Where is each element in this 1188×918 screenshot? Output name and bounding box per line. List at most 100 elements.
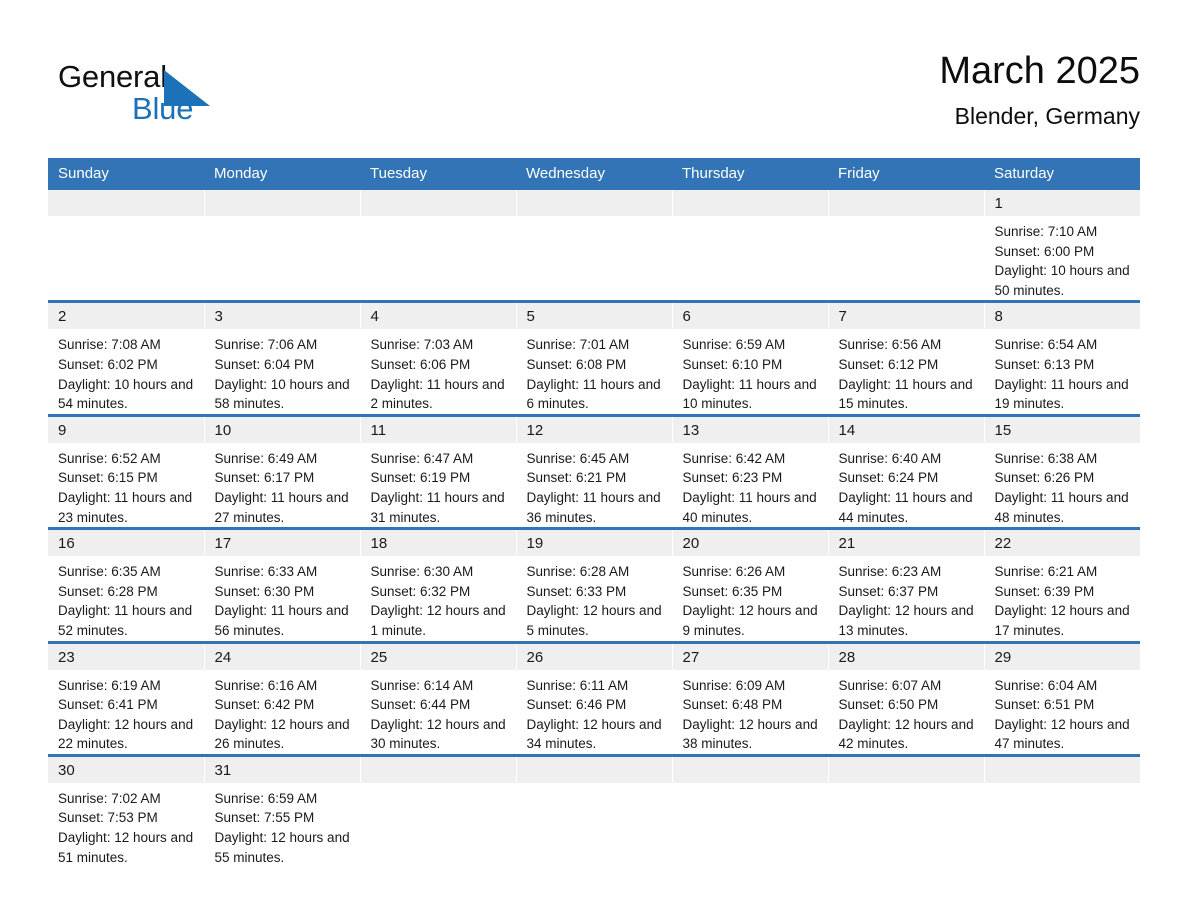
sunset-text: Sunset: 6:28 PM	[58, 583, 158, 599]
day-number: 29	[984, 643, 1140, 670]
calendar-day-cell[interactable]: 1 Sunrise: 7:10 AM Sunset: 6:00 PM Daylight…	[983, 190, 1140, 302]
sunrise-text: Sunrise: 6:59 AM	[214, 790, 318, 806]
day-number: 30	[48, 756, 204, 783]
calendar-day-cell[interactable]: 15 Sunrise: 6:38 AM Sunset: 6:26 PM Dayligh…	[983, 413, 1140, 529]
sunrise-text: Sunrise: 6:45 AM	[526, 450, 630, 466]
calendar-day-cell[interactable]: 17 Sunrise: 6:33 AM Sunset: 6:30 PM Dayligh…	[203, 527, 360, 642]
day-number: 28	[828, 643, 984, 670]
daylight-text: Daylight: 12 hours and 30 minutes.	[370, 716, 506, 752]
calendar-empty-cell	[827, 753, 984, 868]
day-cell-inner: 7 Sunrise: 6:56 AM Sunset: 6:12 PM Daylight…	[828, 303, 984, 413]
sunrise-text: Sunrise: 7:10 AM	[994, 224, 1098, 239]
calendar-day-cell[interactable]: 21 Sunrise: 6:23 AM Sunset: 6:37 PM Dayligh…	[827, 527, 984, 642]
calendar-day-cell[interactable]: 22 Sunrise: 6:21 AM Sunset: 6:39 PM Dayligh…	[983, 527, 1140, 642]
calendar-day-cell[interactable]: 11 Sunrise: 6:47 AM Sunset: 6:19 PM Dayligh…	[359, 413, 516, 529]
calendar-day-cell[interactable]: 26 Sunrise: 6:11 AM Sunset: 6:46 PM Dayligh…	[515, 640, 672, 756]
day-number: 20	[672, 530, 828, 557]
day-number: 22	[984, 530, 1140, 557]
calendar-week-row: 2 Sunrise: 7:08 AM Sunset: 6:02 PM Daylight…	[48, 300, 1140, 416]
calendar-day-cell[interactable]: 20 Sunrise: 6:26 AM Sunset: 6:35 PM Dayligh…	[671, 527, 828, 642]
daylight-text: Daylight: 12 hours and 1 minute.	[370, 603, 506, 638]
calendar-day-cell[interactable]: 6 Sunrise: 6:59 AM Sunset: 6:10 PM Daylight…	[671, 300, 828, 416]
weekday-header-tuesday: Tuesday	[360, 158, 516, 190]
day-details: Sunrise: 6:26 AM Sunset: 6:35 PM Daylight:…	[673, 556, 828, 640]
sunset-text: Sunset: 6:19 PM	[370, 470, 471, 486]
calendar-day-cell[interactable]: 10 Sunrise: 6:49 AM Sunset: 6:17 PM Dayligh…	[203, 413, 360, 529]
day-cell-inner: 28 Sunrise: 6:07 AM Sunset: 6:50 PM Dayligh…	[828, 643, 984, 754]
day-details: Sunrise: 6:28 AM Sunset: 6:33 PM Daylight:…	[517, 556, 672, 640]
day-cell-inner: 8 Sunrise: 6:54 AM Sunset: 6:13 PM Daylight…	[984, 303, 1140, 413]
daylight-text: Daylight: 12 hours and 22 minutes.	[58, 716, 194, 752]
calendar-day-cell[interactable]: 16 Sunrise: 6:35 AM Sunset: 6:28 PM Dayligh…	[48, 527, 204, 642]
day-number	[516, 756, 672, 783]
sunset-text: Sunset: 6:00 PM	[994, 243, 1095, 259]
calendar-day-cell[interactable]: 12 Sunrise: 6:45 AM Sunset: 6:21 PM Dayligh…	[515, 413, 672, 529]
daylight-text: Daylight: 11 hours and 40 minutes.	[682, 489, 817, 525]
sunset-text: Sunset: 6:04 PM	[214, 356, 315, 372]
weekday-header-monday: Monday	[204, 158, 360, 190]
calendar-day-cell[interactable]: 13 Sunrise: 6:42 AM Sunset: 6:23 PM Dayligh…	[671, 413, 828, 529]
logo-text-blue: Blue	[132, 91, 194, 126]
day-number: 12	[516, 416, 672, 443]
day-cell-inner: 17 Sunrise: 6:33 AM Sunset: 6:30 PM Dayligh…	[204, 530, 360, 640]
calendar-day-cell[interactable]: 27 Sunrise: 6:09 AM Sunset: 6:48 PM Dayligh…	[671, 640, 828, 756]
weekday-header-sunday: Sunday	[48, 158, 204, 190]
page-title: March 2025	[939, 50, 1140, 92]
day-number: 19	[516, 530, 672, 557]
day-cell-inner	[984, 756, 1140, 867]
day-cell-inner: 3 Sunrise: 7:06 AM Sunset: 6:04 PM Daylight…	[204, 303, 360, 413]
calendar-day-cell[interactable]: 28 Sunrise: 6:07 AM Sunset: 6:50 PM Dayligh…	[827, 640, 984, 756]
daylight-text: Daylight: 11 hours and 15 minutes.	[838, 376, 973, 412]
day-details: Sunrise: 6:19 AM Sunset: 6:41 PM Daylight:…	[48, 670, 204, 754]
calendar-day-cell[interactable]: 30 Sunrise: 7:02 AM Sunset: 7:53 PM Dayligh…	[48, 753, 204, 868]
day-details: Sunrise: 6:59 AM Sunset: 7:55 PM Daylight:…	[205, 783, 360, 867]
sunset-text: Sunset: 6:46 PM	[526, 697, 627, 713]
daylight-text: Daylight: 12 hours and 47 minutes.	[994, 716, 1130, 752]
day-number: 21	[828, 530, 984, 557]
day-number: 5	[516, 303, 672, 330]
calendar-day-cell[interactable]: 2 Sunrise: 7:08 AM Sunset: 6:02 PM Daylight…	[48, 300, 204, 416]
calendar-day-cell[interactable]: 31 Sunrise: 6:59 AM Sunset: 7:55 PM Dayligh…	[203, 753, 360, 868]
calendar-empty-cell	[48, 190, 204, 302]
sunrise-text: Sunrise: 6:52 AM	[58, 450, 161, 466]
calendar-day-cell[interactable]: 24 Sunrise: 6:16 AM Sunset: 6:42 PM Dayligh…	[203, 640, 360, 756]
sunset-text: Sunset: 6:30 PM	[214, 583, 315, 599]
sunrise-text: Sunrise: 7:02 AM	[58, 790, 161, 806]
calendar-day-cell[interactable]: 7 Sunrise: 6:56 AM Sunset: 6:12 PM Daylight…	[827, 300, 984, 416]
day-cell-inner: 25 Sunrise: 6:14 AM Sunset: 6:44 PM Dayligh…	[360, 643, 516, 754]
daylight-text: Daylight: 11 hours and 36 minutes.	[526, 489, 661, 525]
sunset-text: Sunset: 7:55 PM	[214, 810, 315, 826]
calendar-day-cell[interactable]: 5 Sunrise: 7:01 AM Sunset: 6:08 PM Daylight…	[515, 300, 672, 416]
day-number: 2	[48, 303, 204, 330]
sunrise-text: Sunrise: 6:26 AM	[682, 564, 786, 580]
day-number: 10	[204, 416, 360, 443]
page-header: General Blue March 2025 Blender, Germany	[48, 48, 1140, 144]
calendar-day-cell[interactable]: 8 Sunrise: 6:54 AM Sunset: 6:13 PM Daylight…	[983, 300, 1140, 416]
calendar-day-cell[interactable]: 19 Sunrise: 6:28 AM Sunset: 6:33 PM Dayligh…	[515, 527, 672, 642]
day-details: Sunrise: 6:42 AM Sunset: 6:23 PM Daylight:…	[673, 443, 828, 527]
calendar-day-cell[interactable]: 4 Sunrise: 7:03 AM Sunset: 6:06 PM Daylight…	[359, 300, 516, 416]
sunrise-text: Sunrise: 6:30 AM	[370, 564, 474, 580]
calendar-day-cell[interactable]: 29 Sunrise: 6:04 AM Sunset: 6:51 PM Dayligh…	[983, 640, 1141, 756]
calendar-empty-cell	[515, 753, 672, 868]
day-details: Sunrise: 6:16 AM Sunset: 6:42 PM Daylight:…	[205, 670, 360, 754]
day-cell-inner	[360, 756, 516, 867]
calendar-table: Sunday Monday Tuesday Wednesday Thursday…	[48, 158, 1141, 868]
sunrise-text: Sunrise: 6:47 AM	[370, 450, 474, 466]
sunrise-text: Sunrise: 6:28 AM	[526, 564, 630, 580]
sunrise-text: Sunrise: 6:04 AM	[994, 677, 1098, 693]
day-cell-inner: 1 Sunrise: 7:10 AM Sunset: 6:00 PM Daylight…	[984, 190, 1140, 300]
calendar-day-cell[interactable]: 3 Sunrise: 7:06 AM Sunset: 6:04 PM Daylight…	[203, 300, 360, 416]
day-number	[672, 756, 828, 783]
calendar-day-cell[interactable]: 25 Sunrise: 6:14 AM Sunset: 6:44 PM Dayligh…	[359, 640, 516, 756]
calendar-day-cell[interactable]: 23 Sunrise: 6:19 AM Sunset: 6:41 PM Dayligh…	[48, 640, 204, 756]
day-cell-inner: 30 Sunrise: 7:02 AM Sunset: 7:53 PM Dayligh…	[48, 756, 204, 867]
calendar-day-cell[interactable]: 18 Sunrise: 6:30 AM Sunset: 6:32 PM Dayligh…	[359, 527, 516, 642]
calendar-day-cell[interactable]: 14 Sunrise: 6:40 AM Sunset: 6:24 PM Dayligh…	[827, 413, 984, 529]
day-details: Sunrise: 6:04 AM Sunset: 6:51 PM Daylight:…	[985, 670, 1141, 754]
day-cell-inner: 24 Sunrise: 6:16 AM Sunset: 6:42 PM Dayligh…	[204, 643, 360, 754]
sunset-text: Sunset: 6:21 PM	[526, 470, 627, 486]
sunrise-text: Sunrise: 6:59 AM	[682, 337, 786, 353]
calendar-day-cell[interactable]: 9 Sunrise: 6:52 AM Sunset: 6:15 PM Daylight…	[48, 413, 204, 529]
day-cell-inner: 18 Sunrise: 6:30 AM Sunset: 6:32 PM Dayligh…	[360, 530, 516, 640]
